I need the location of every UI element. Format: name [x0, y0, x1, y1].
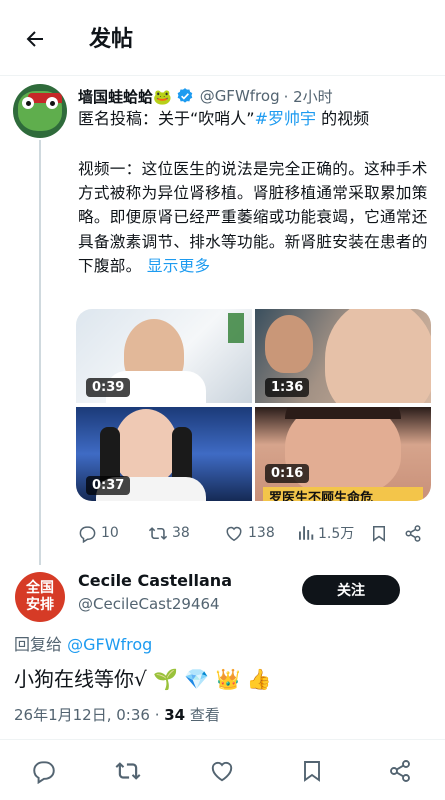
repost-icon[interactable]	[114, 757, 142, 785]
share-button[interactable]	[404, 524, 422, 543]
like-button[interactable]: 138	[224, 524, 275, 543]
avatar[interactable]: 全国 安排	[15, 572, 65, 622]
views-button[interactable]: 1.5万	[296, 523, 354, 543]
bookmark-icon[interactable]	[298, 757, 326, 785]
views-chart-icon	[299, 526, 314, 540]
share-icon[interactable]	[386, 757, 414, 785]
hashtag-link[interactable]: #罗帅宇	[255, 109, 316, 128]
reply-views-count: 34	[164, 706, 186, 724]
video-duration: 0:16	[265, 464, 310, 483]
video-caption-banner: 罗医生不顾生命危	[263, 487, 423, 501]
video-thumbnail[interactable]: 0:37	[76, 407, 252, 501]
verified-badge-icon	[176, 87, 194, 105]
bottom-action-bar	[0, 739, 445, 800]
views-count: 1.5万	[318, 526, 355, 542]
reply-views-label: 查看	[185, 706, 220, 724]
top-bar: 发帖	[0, 0, 445, 76]
post-body: 视频一：这位医生的说法是完全正确的。这种手术方式被称为异位肾移植。肾脏移植通常采…	[78, 157, 433, 278]
intro-suffix: 的视频	[316, 109, 370, 128]
repost-icon	[148, 526, 168, 540]
replying-to-label: 回复给	[14, 635, 68, 654]
follow-button[interactable]: 关注	[302, 575, 400, 605]
back-arrow-icon[interactable]	[18, 24, 52, 54]
reply-button[interactable]: 10	[78, 524, 119, 543]
author-name[interactable]: 墙国蛙蛤蛤🐸	[78, 86, 172, 107]
media-grid: 0:39 1:36 0:37 0:16 罗医生不顾生命危	[76, 309, 431, 501]
reply-author-handle[interactable]: @CecileCast29464	[78, 595, 220, 613]
intro-text: 匿名投稿：关于“吹哨人”	[78, 109, 255, 128]
post-header: 墙国蛙蛤蛤🐸 @GFWfrog · 2小时	[78, 84, 333, 108]
heart-icon	[226, 526, 242, 541]
show-more-link[interactable]: 显示更多	[147, 257, 211, 275]
avatar-text: 全国	[26, 580, 54, 596]
video-duration: 0:37	[86, 476, 131, 495]
bookmark-button[interactable]	[370, 524, 388, 543]
heart-icon[interactable]	[208, 757, 236, 785]
reply-icon	[79, 525, 96, 543]
share-icon	[405, 524, 421, 542]
bookmark-icon	[373, 525, 385, 542]
reply-icon[interactable]	[30, 757, 58, 785]
author-handle[interactable]: @GFWfrog	[200, 87, 280, 105]
post-time: · 2小时	[283, 87, 333, 106]
thread-connector-line	[39, 140, 41, 565]
video-duration: 0:39	[86, 378, 131, 397]
page-title: 发帖	[89, 27, 134, 52]
video-thumbnail[interactable]: 0:16 罗医生不顾生命危	[255, 407, 431, 501]
reply-author-name[interactable]: Cecile Castellana	[78, 571, 232, 590]
reply-meta: 26年1月12日, 0:36 · 34 查看	[14, 704, 220, 725]
avatar[interactable]	[13, 84, 67, 138]
video-duration: 1:36	[265, 378, 310, 397]
reply-count: 10	[101, 525, 119, 541]
like-count: 138	[248, 525, 275, 541]
reply-timestamp: 26年1月12日, 0:36 ·	[14, 706, 165, 724]
video-thumbnail[interactable]: 1:36	[255, 309, 431, 403]
replying-to: 回复给 @GFWfrog	[14, 631, 152, 655]
repost-count: 38	[172, 525, 190, 541]
post-body-text: 视频一：这位医生的说法是完全正确的。这种手术方式被称为异位肾移植。肾脏移植通常采…	[78, 160, 428, 275]
replying-to-handle[interactable]: @GFWfrog	[67, 635, 152, 654]
post-intro: 匿名投稿：关于“吹哨人”#罗帅宇 的视频	[78, 107, 369, 131]
repost-button[interactable]: 38	[148, 524, 190, 543]
reply-body: 小狗在线等你√ 🌱 💎 👑 👍	[14, 667, 272, 691]
video-thumbnail[interactable]: 0:39	[76, 309, 252, 403]
post-actions: 10 38 138 1.5万	[78, 520, 433, 546]
avatar-text: 安排	[26, 597, 54, 613]
